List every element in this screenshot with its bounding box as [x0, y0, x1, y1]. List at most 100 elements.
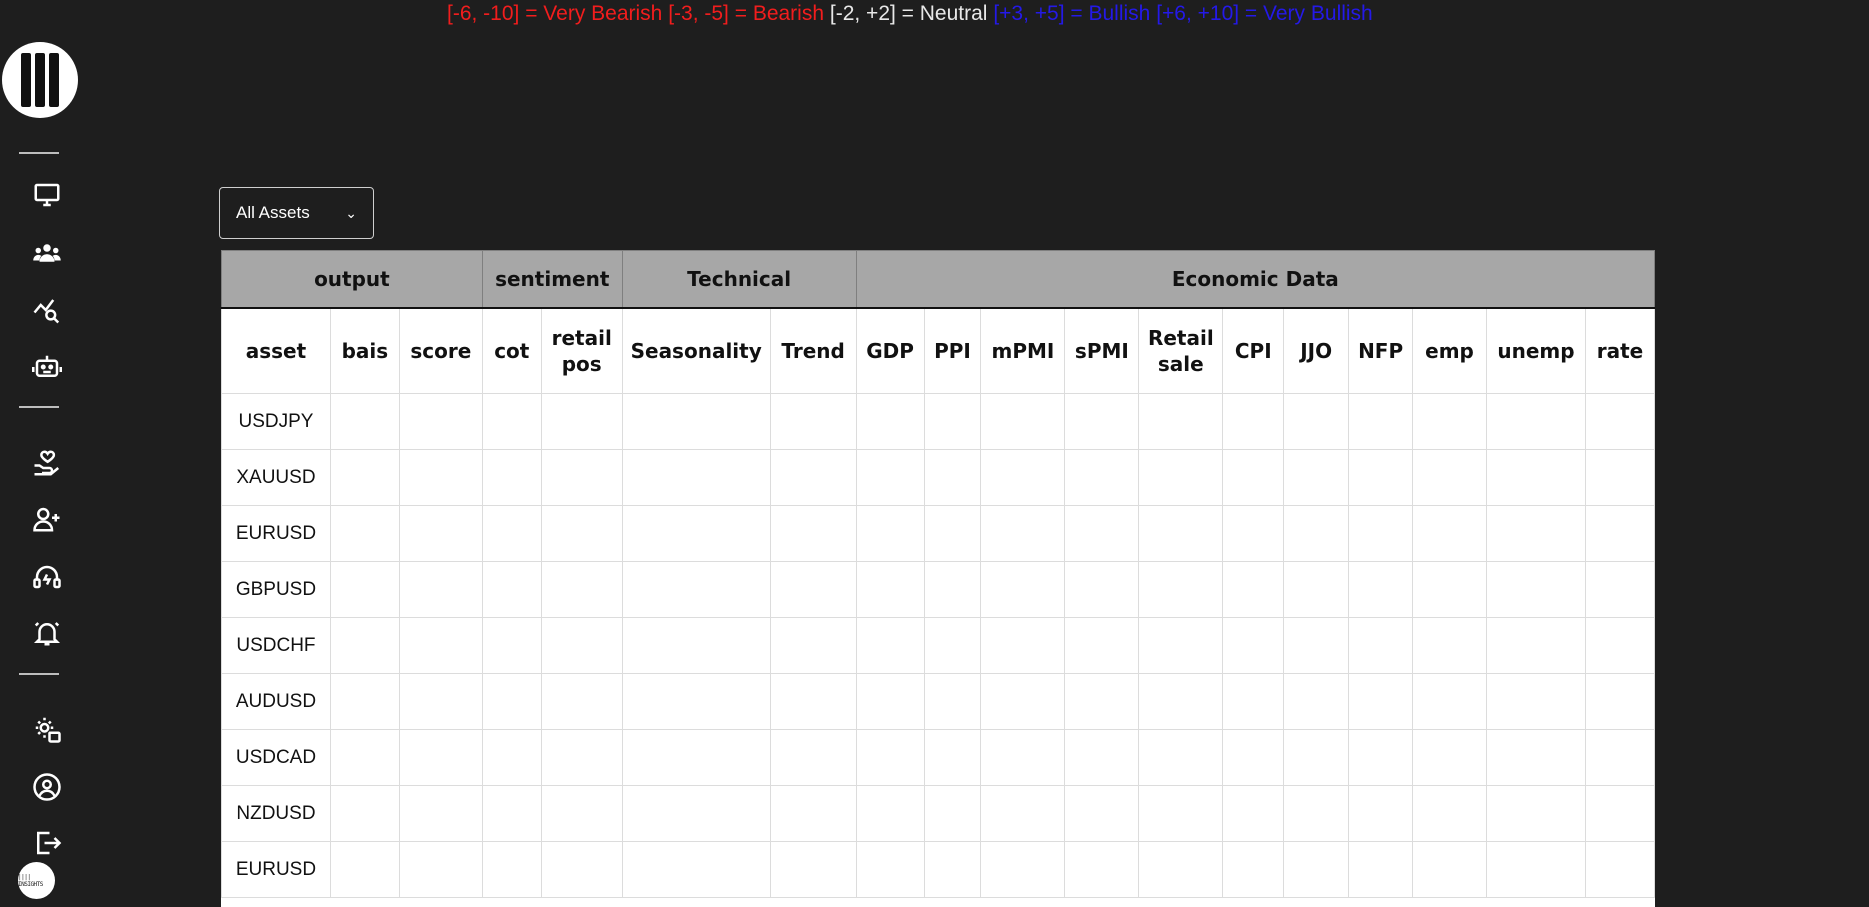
- value-cell: [1064, 841, 1140, 898]
- value-cell: [980, 561, 1066, 618]
- value-cell: [1222, 841, 1285, 898]
- legend-bullish: [+3, +5] = Bullish: [993, 2, 1151, 25]
- users-icon[interactable]: [32, 238, 62, 268]
- value-cell: [1222, 729, 1285, 786]
- value-cell: [329, 729, 400, 786]
- table-row: NZDUSD: [221, 785, 1655, 842]
- column-header[interactable]: score: [398, 307, 483, 394]
- value-cell: [1222, 617, 1285, 674]
- group-header: sentiment: [481, 250, 623, 309]
- value-cell: [1412, 785, 1487, 842]
- value-cell: [980, 505, 1066, 562]
- value-cell: [329, 393, 400, 450]
- value-cell: [1348, 841, 1414, 898]
- value-cell: [855, 729, 925, 786]
- value-cell: [1584, 673, 1655, 730]
- value-cell: [923, 785, 982, 842]
- brand-logo[interactable]: [2, 42, 78, 118]
- hand-heart-icon[interactable]: [32, 448, 62, 478]
- value-cell: [923, 841, 982, 898]
- value-cell: [855, 617, 925, 674]
- column-header[interactable]: JJO: [1283, 307, 1350, 394]
- asset-cell: USDJPY: [221, 393, 331, 450]
- value-cell: [1222, 673, 1285, 730]
- value-cell: [923, 505, 982, 562]
- column-header[interactable]: GDP: [855, 307, 925, 394]
- value-cell: [329, 617, 400, 674]
- value-cell: [1222, 449, 1285, 506]
- monitor-icon[interactable]: [32, 180, 62, 210]
- settings-user-icon[interactable]: [32, 714, 62, 744]
- value-cell: [540, 729, 623, 786]
- column-header[interactable]: unemp: [1485, 307, 1586, 394]
- column-header[interactable]: bais: [329, 307, 400, 394]
- value-cell: [621, 393, 771, 450]
- value-cell: [1584, 841, 1655, 898]
- value-cell: [769, 449, 857, 506]
- value-cell: [855, 673, 925, 730]
- headset-icon[interactable]: [32, 562, 62, 592]
- column-header[interactable]: NFP: [1348, 307, 1414, 394]
- table-row: USDCHF: [221, 617, 1655, 674]
- column-header[interactable]: Trend: [769, 307, 857, 394]
- column-header[interactable]: asset: [221, 307, 331, 394]
- column-header[interactable]: emp: [1412, 307, 1487, 394]
- value-cell: [1412, 505, 1487, 562]
- value-cell: [621, 617, 771, 674]
- chevron-down-icon: ⌄: [345, 204, 357, 221]
- value-cell: [1283, 561, 1350, 618]
- asset-filter-select[interactable]: All Assets ⌄: [219, 187, 374, 239]
- asset-cell: AUDUSD: [221, 673, 331, 730]
- alarm-bell-icon[interactable]: [32, 618, 62, 648]
- value-cell: [1138, 785, 1224, 842]
- value-cell: [398, 505, 483, 562]
- column-header[interactable]: Retail sale: [1138, 307, 1224, 394]
- value-cell: [1485, 729, 1586, 786]
- value-cell: [1348, 617, 1414, 674]
- mini-brand-logo[interactable]: |||| INSIGHTS: [18, 862, 55, 899]
- value-cell: [329, 785, 400, 842]
- value-cell: [540, 785, 623, 842]
- column-header[interactable]: PPI: [923, 307, 982, 394]
- user-plus-icon[interactable]: [32, 504, 62, 534]
- value-cell: [1412, 841, 1487, 898]
- column-header[interactable]: mPMI: [980, 307, 1066, 394]
- value-cell: [1485, 841, 1586, 898]
- value-cell: [1412, 673, 1487, 730]
- value-cell: [540, 449, 623, 506]
- legend-neutral: [-2, +2] = Neutral: [829, 2, 988, 25]
- value-cell: [1485, 617, 1586, 674]
- user-circle-icon[interactable]: [32, 772, 62, 802]
- value-cell: [855, 561, 925, 618]
- column-header[interactable]: rate: [1584, 307, 1655, 394]
- value-cell: [481, 785, 542, 842]
- value-cell: [1222, 785, 1285, 842]
- value-cell: [980, 785, 1066, 842]
- sidebar: |||| INSIGHTS: [0, 0, 84, 907]
- analysis-table: output sentiment Technical Economic Data as…: [221, 250, 1655, 898]
- column-header[interactable]: retail pos: [540, 307, 623, 394]
- value-cell: [1485, 505, 1586, 562]
- column-header[interactable]: sPMI: [1064, 307, 1140, 394]
- legend-bearish: [-3, -5] = Bearish: [668, 2, 825, 25]
- value-cell: [1064, 729, 1140, 786]
- robot-icon[interactable]: [32, 352, 62, 382]
- value-cell: [540, 673, 623, 730]
- value-cell: [855, 785, 925, 842]
- column-header[interactable]: Seasonality: [621, 307, 771, 394]
- column-header[interactable]: cot: [481, 307, 542, 394]
- value-cell: [855, 841, 925, 898]
- analysis-table-container[interactable]: output sentiment Technical Economic Data as…: [221, 250, 1655, 907]
- value-cell: [398, 785, 483, 842]
- value-cell: [329, 505, 400, 562]
- value-cell: [1412, 617, 1487, 674]
- value-cell: [1348, 561, 1414, 618]
- column-header[interactable]: CPI: [1222, 307, 1285, 394]
- chart-search-icon[interactable]: [32, 295, 62, 325]
- logout-icon[interactable]: [32, 828, 62, 858]
- value-cell: [923, 393, 982, 450]
- value-cell: [481, 841, 542, 898]
- value-cell: [329, 673, 400, 730]
- value-cell: [1412, 561, 1487, 618]
- value-cell: [1485, 449, 1586, 506]
